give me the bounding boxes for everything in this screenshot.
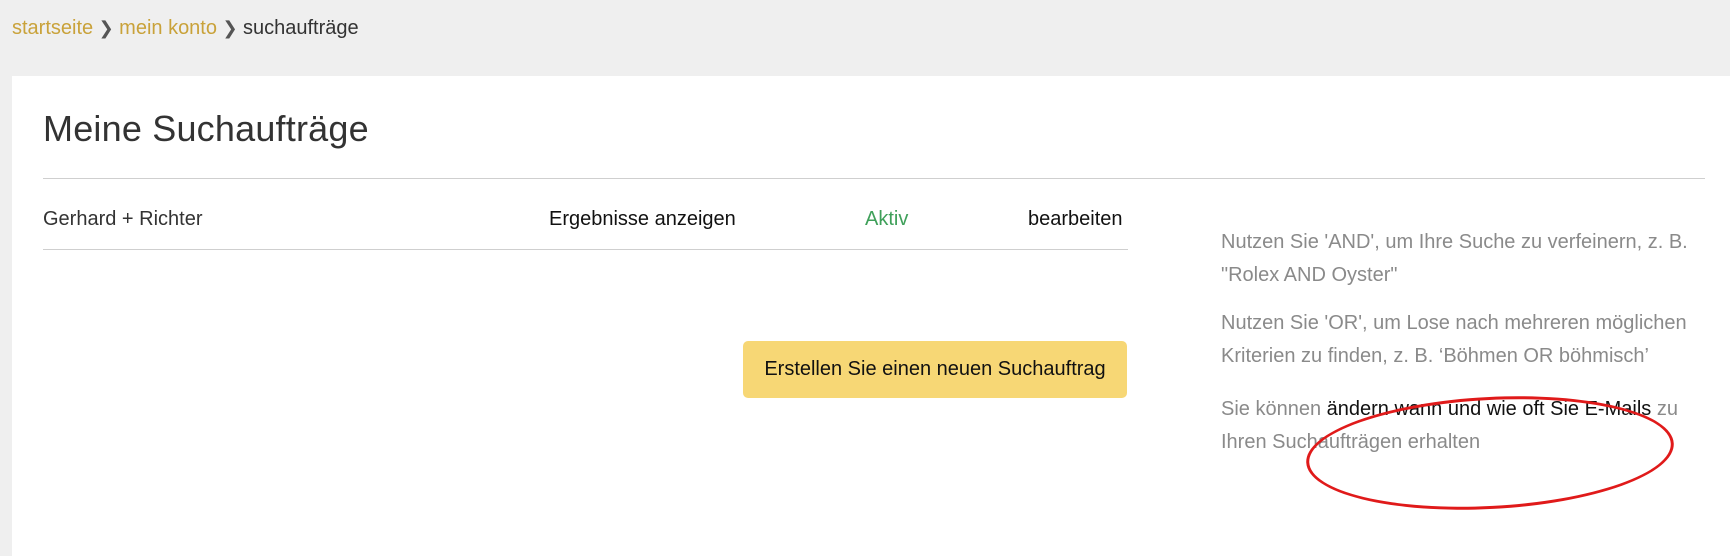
breadcrumb-account-link[interactable]: mein konto <box>119 16 217 40</box>
breadcrumb: startseite ❯ mein konto ❯ suchaufträge <box>12 16 359 40</box>
help-email-prefix: Sie können <box>1221 398 1327 420</box>
chevron-right-icon: ❯ <box>98 18 114 38</box>
status-badge: Aktiv <box>865 208 909 230</box>
chevron-right-icon: ❯ <box>222 18 238 38</box>
email-settings-link[interactable]: ändern wann und wie oft Sie E-Mails <box>1327 398 1652 420</box>
help-email-tip: Sie können ändern wann und wie oft Sie E… <box>1221 393 1711 459</box>
help-panel: Nutzen Sie 'AND', um Ihre Suche zu verfe… <box>1221 226 1711 474</box>
search-order-row: Gerhard + Richter Ergebnisse anzeigen Ak… <box>43 206 1128 250</box>
create-search-order-button[interactable]: Erstellen Sie einen neuen Suchauftrag <box>743 341 1127 398</box>
page-title: Meine Suchaufträge <box>43 108 369 149</box>
title-divider <box>43 178 1705 179</box>
search-order-name: Gerhard + Richter <box>43 208 203 230</box>
edit-link[interactable]: bearbeiten <box>1028 208 1123 231</box>
breadcrumb-current: suchaufträge <box>243 17 359 39</box>
show-results-link[interactable]: Ergebnisse anzeigen <box>549 208 736 231</box>
help-or-tip: Nutzen Sie 'OR', um Lose nach mehreren m… <box>1221 312 1687 367</box>
help-and-tip: Nutzen Sie 'AND', um Ihre Suche zu verfe… <box>1221 231 1688 286</box>
breadcrumb-home-link[interactable]: startseite <box>12 16 93 40</box>
content-panel: Meine Suchaufträge Gerhard + Richter Erg… <box>12 76 1730 556</box>
